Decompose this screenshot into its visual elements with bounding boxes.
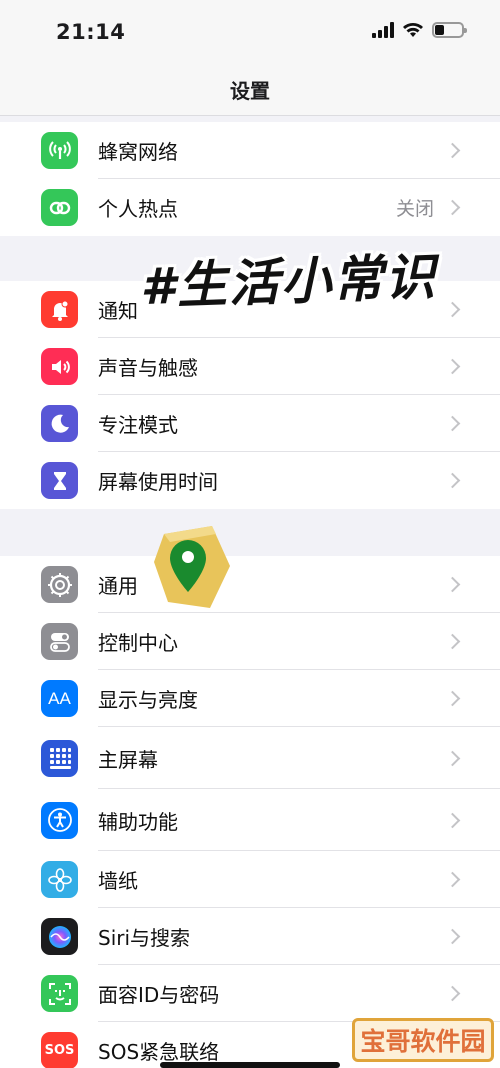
chevron-right-icon bbox=[444, 928, 461, 945]
status-bar: 21:14 bbox=[0, 0, 500, 64]
chevron-right-icon bbox=[444, 633, 461, 650]
speaker-icon bbox=[41, 348, 78, 385]
chevron-right-icon bbox=[444, 750, 461, 766]
sos-icon: SOS bbox=[41, 1032, 78, 1068]
siri-icon bbox=[41, 918, 78, 955]
settings-row-label: 声音与触感 bbox=[98, 356, 198, 380]
gear-icon bbox=[41, 566, 78, 603]
settings-row-label: SOS紧急联络 bbox=[98, 1040, 220, 1064]
chevron-right-icon bbox=[444, 301, 461, 318]
chevron-right-icon bbox=[444, 812, 461, 828]
face-id-icon bbox=[41, 975, 78, 1012]
settings-row-label: 辅助功能 bbox=[98, 809, 178, 834]
settings-row-label: 面容ID与密码 bbox=[98, 983, 220, 1007]
settings-row-label: 专注模式 bbox=[98, 413, 178, 437]
settings-row-label: 通用 bbox=[98, 574, 138, 598]
hourglass-icon bbox=[41, 462, 78, 499]
toggles-icon bbox=[41, 623, 78, 660]
chevron-right-icon bbox=[444, 871, 461, 888]
settings-row-label: 个人热点 bbox=[98, 197, 178, 221]
settings-row-label: 控制中心 bbox=[98, 631, 178, 655]
settings-row-label: 主屏幕 bbox=[98, 747, 158, 772]
chevron-right-icon bbox=[444, 358, 461, 375]
settings-row-hotspot[interactable]: 个人热点 关闭 bbox=[0, 179, 500, 236]
settings-row-sounds[interactable]: 声音与触感 bbox=[0, 338, 500, 395]
chevron-right-icon bbox=[444, 472, 461, 489]
settings-row-label: 屏幕使用时间 bbox=[98, 470, 218, 494]
settings-row-label: 蜂窝网络 bbox=[98, 140, 178, 164]
settings-row-screen-time[interactable]: 屏幕使用时间 bbox=[0, 452, 500, 509]
settings-row-face-id[interactable]: 面容ID与密码 bbox=[0, 965, 500, 1022]
accessibility-icon bbox=[41, 801, 78, 839]
nav-bar: 设置 bbox=[0, 64, 500, 116]
chevron-right-icon bbox=[444, 576, 461, 593]
text-size-icon: AA bbox=[41, 680, 78, 717]
settings-row-label: 通知 bbox=[98, 299, 138, 323]
page-title: 设置 bbox=[230, 79, 270, 103]
settings-row-display[interactable]: AA 显示与亮度 bbox=[0, 670, 500, 727]
wifi-icon bbox=[403, 23, 423, 37]
moon-icon bbox=[41, 405, 78, 442]
settings-row-control-center[interactable]: 控制中心 bbox=[0, 613, 500, 670]
chevron-right-icon bbox=[444, 985, 461, 1002]
hashtag-watermark: #生活小常识 bbox=[139, 247, 438, 317]
settings-row-siri[interactable]: Siri与搜索 bbox=[0, 908, 500, 965]
chevron-right-icon bbox=[444, 415, 461, 432]
settings-row-accessibility[interactable]: 辅助功能 bbox=[0, 789, 500, 851]
location-pin-icon bbox=[154, 526, 230, 608]
status-icons bbox=[372, 22, 467, 38]
settings-row-label: 墙纸 bbox=[98, 869, 138, 893]
brand-watermark: 宝哥软件园 bbox=[352, 1018, 494, 1062]
settings-row-label: Siri与搜索 bbox=[98, 926, 191, 950]
flower-icon bbox=[41, 861, 78, 898]
settings-row-general[interactable]: 通用 bbox=[0, 556, 500, 613]
antenna-icon bbox=[41, 132, 78, 169]
hotspot-status-value: 关闭 bbox=[395, 198, 434, 220]
home-indicator bbox=[160, 1062, 340, 1068]
link-icon bbox=[41, 189, 78, 226]
battery-icon bbox=[432, 22, 467, 38]
chevron-right-icon bbox=[444, 142, 461, 159]
settings-row-home-screen[interactable]: 主屏幕 bbox=[0, 727, 500, 789]
chevron-right-icon bbox=[444, 199, 461, 216]
settings-group-network: 蜂窝网络 个人热点 关闭 bbox=[0, 122, 500, 236]
chevron-right-icon bbox=[444, 690, 461, 707]
status-time: 21:14 bbox=[56, 20, 126, 44]
settings-row-label: 显示与亮度 bbox=[98, 688, 198, 712]
cellular-signal-icon bbox=[372, 22, 394, 38]
settings-group-general: 通用 控制中心 AA 显示与亮度 主屏幕 辅助功能 墙纸 Siri与搜索 面容I… bbox=[0, 556, 500, 1068]
settings-row-focus[interactable]: 专注模式 bbox=[0, 395, 500, 452]
app-grid-icon bbox=[41, 739, 78, 777]
settings-row-cellular[interactable]: 蜂窝网络 bbox=[0, 122, 500, 179]
settings-row-wallpaper[interactable]: 墙纸 bbox=[0, 851, 500, 908]
bell-icon bbox=[41, 291, 78, 328]
battery-fill bbox=[435, 25, 445, 35]
